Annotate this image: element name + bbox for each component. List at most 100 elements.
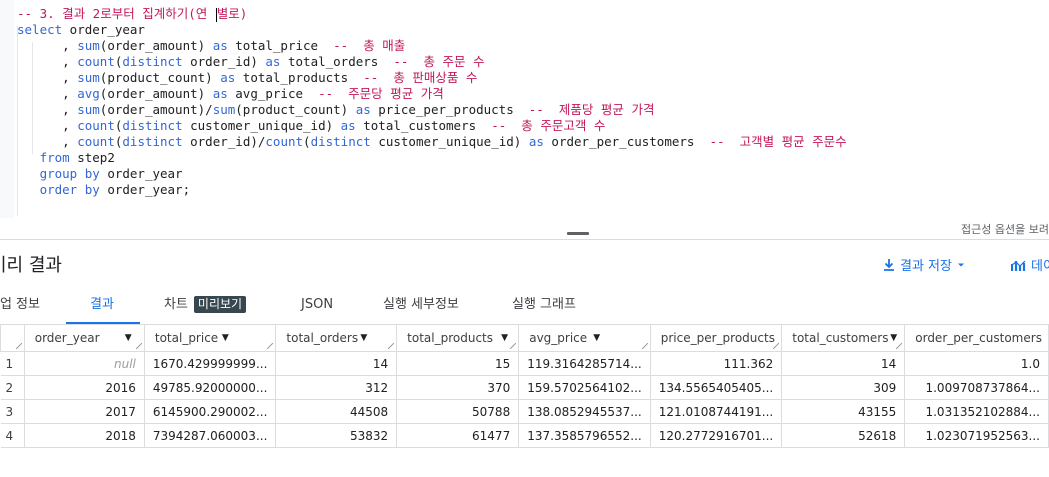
table-cell[interactable]: 1.009708737864... xyxy=(904,375,1049,400)
table-cell[interactable]: 119.3164285714... xyxy=(518,351,651,376)
header-row: order_year ▼ total_price ▼ total_orders ▼ t… xyxy=(0,324,1049,352)
sql-text: , xyxy=(17,70,78,85)
table-cell[interactable]: 1.0 xyxy=(904,351,1049,376)
resize-grip-icon[interactable] xyxy=(896,343,903,349)
table-cell[interactable]: 370 xyxy=(396,375,520,400)
sort-dropdown-icon[interactable]: ▼ xyxy=(222,333,229,343)
table-cell[interactable]: 43155 xyxy=(781,399,906,424)
column-header[interactable]: avg_price ▼ xyxy=(518,324,651,352)
sort-dropdown-icon[interactable]: ▼ xyxy=(890,333,897,343)
table-cell[interactable]: null xyxy=(24,351,145,376)
code-line[interactable]: , sum(order_amount) as total_price -- 총 … xyxy=(17,38,847,54)
code-line[interactable]: from step2 xyxy=(17,150,847,166)
table-cell[interactable]: 121.0108744191... xyxy=(650,399,783,424)
tab-json[interactable]: JSON xyxy=(301,288,333,322)
table-cell[interactable]: 7394287.060003... xyxy=(144,423,277,448)
code-line[interactable]: , count(distinct order_id)/count(distinc… xyxy=(17,134,847,150)
table-cell[interactable]: 120.2772916701... xyxy=(650,423,783,448)
save-results-label: 결과 저장 xyxy=(900,259,952,274)
table-cell[interactable]: 134.5565405405... xyxy=(650,375,783,400)
column-header-label: order_year xyxy=(34,331,100,345)
resize-grip-icon[interactable] xyxy=(267,343,274,349)
column-header-label: avg_price xyxy=(529,331,588,345)
table-cell[interactable]: 312 xyxy=(275,375,398,400)
table-cell[interactable]: 52618 xyxy=(781,423,906,448)
resize-grip-icon[interactable] xyxy=(388,343,395,349)
sql-text: order_per_customers xyxy=(543,134,710,149)
table-cell[interactable]: 2018 xyxy=(24,423,145,448)
column-header[interactable]: total_products ▼ xyxy=(396,324,520,352)
code-line[interactable]: , sum(order_amount)/sum(product_count) a… xyxy=(17,102,847,118)
table-row[interactable]: 4 2018 7394287.060003... 53832 61477 137… xyxy=(0,423,1049,448)
table-cell[interactable]: 44508 xyxy=(275,399,398,424)
table-cell[interactable]: 6145900.290002... xyxy=(144,399,277,424)
table-cell[interactable]: 137.3585796552... xyxy=(518,423,651,448)
table-cell[interactable]: 138.0852945537... xyxy=(518,399,651,424)
sql-keyword: count xyxy=(77,54,115,69)
column-header-label: total_orders xyxy=(286,331,359,345)
sql-code[interactable]: -- 3. 결과 2로부터 집계하기(연 별로) select order_yea… xyxy=(17,6,847,198)
table-cell[interactable]: 53832 xyxy=(275,423,398,448)
table-cell[interactable]: 14 xyxy=(275,351,398,376)
code-line[interactable]: , count(distinct customer_unique_id) as … xyxy=(17,118,847,134)
sql-comment: -- 총 주문 수 xyxy=(393,54,485,69)
resize-grip-icon[interactable] xyxy=(510,343,517,349)
explore-data-label: 데이 xyxy=(1031,259,1049,274)
column-header[interactable]: order_year ▼ xyxy=(23,324,145,352)
code-line[interactable]: select order_year xyxy=(17,22,847,38)
tab-execution-graph[interactable]: 실행 그래프 xyxy=(512,288,576,322)
sort-dropdown-icon[interactable]: ▼ xyxy=(501,333,508,343)
code-line[interactable]: , count(distinct order_id) as total_orde… xyxy=(17,54,847,70)
table-cell[interactable]: 1.023071952563... xyxy=(904,423,1049,448)
results-title: 미리 결과 xyxy=(0,255,62,276)
table-cell[interactable]: 49785.92000000... xyxy=(144,375,277,400)
resize-grip-icon[interactable] xyxy=(773,343,780,349)
sort-dropdown-icon[interactable]: ▼ xyxy=(360,333,367,343)
resize-grip-icon[interactable] xyxy=(15,343,22,349)
sql-keyword: distinct xyxy=(310,134,371,149)
sql-keyword: as xyxy=(212,38,228,53)
accessibility-hint: 접근성 옵션을 보려 xyxy=(961,223,1049,236)
table-cell[interactable]: 50788 xyxy=(396,399,520,424)
table-cell[interactable]: 61477 xyxy=(396,423,520,448)
column-header[interactable]: total_orders ▼ xyxy=(275,324,398,352)
table-row[interactable]: 2 2016 49785.92000000... 312 370 159.570… xyxy=(0,375,1049,400)
tab-chart[interactable]: 차트 미리보기 xyxy=(164,288,247,322)
table-cell[interactable]: 111.362 xyxy=(650,351,783,376)
table-cell[interactable]: 14 xyxy=(781,351,906,376)
column-header[interactable]: order_per_customers xyxy=(904,324,1049,352)
table-cell[interactable]: 309 xyxy=(781,375,906,400)
column-header[interactable]: total_customers ▼ xyxy=(781,324,906,352)
table-row[interactable]: 3 2017 6145900.290002... 44508 50788 138… xyxy=(0,399,1049,424)
code-line[interactable]: -- 3. 결과 2로부터 집계하기(연 별로) xyxy=(17,6,847,22)
table-cell[interactable]: 2017 xyxy=(24,399,145,424)
column-header[interactable]: total_price ▼ xyxy=(143,324,277,352)
resize-grip-icon[interactable] xyxy=(641,343,648,349)
tab-job-info[interactable]: 작업 정보 xyxy=(0,288,40,322)
sql-keyword: sum xyxy=(77,38,100,53)
tab-results[interactable]: 결과 xyxy=(90,288,114,322)
sort-dropdown-icon[interactable]: ▼ xyxy=(125,333,132,343)
resize-grip-icon[interactable] xyxy=(135,343,142,349)
tab-execution-details[interactable]: 실행 세부정보 xyxy=(383,288,459,322)
table-cell[interactable]: 2016 xyxy=(24,375,145,400)
save-results-button[interactable]: 결과 저장 xyxy=(882,255,966,274)
sql-text: , xyxy=(17,118,78,133)
download-icon xyxy=(884,258,894,271)
sort-dropdown-icon[interactable]: ▼ xyxy=(593,333,600,343)
resize-handle[interactable] xyxy=(567,232,589,235)
code-line[interactable]: , sum(product_count) as total_products -… xyxy=(17,70,847,86)
table-cell[interactable]: 15 xyxy=(396,351,520,376)
sql-keyword: as xyxy=(528,134,544,149)
table-row[interactable]: 1 null 1670.429999999... 14 15 119.31642… xyxy=(0,351,1049,376)
table-cell[interactable]: 1.031352102884... xyxy=(904,399,1049,424)
table-cell[interactable]: 1670.429999999... xyxy=(144,351,277,376)
sql-editor[interactable]: -- 3. 결과 2로부터 집계하기(연 별로) select order_yea… xyxy=(0,0,1049,218)
table-cell[interactable]: 159.5702564102... xyxy=(518,375,651,400)
code-line[interactable]: group by order_year xyxy=(17,166,847,182)
explore-data-button[interactable]: 데이 xyxy=(1011,255,1049,274)
code-line[interactable]: order by order_year; xyxy=(17,182,847,198)
chart-icon xyxy=(1011,260,1026,271)
code-line[interactable]: , avg(order_amount) as avg_price -- 주문당 … xyxy=(17,86,847,102)
column-header[interactable]: price_per_products xyxy=(649,324,783,352)
